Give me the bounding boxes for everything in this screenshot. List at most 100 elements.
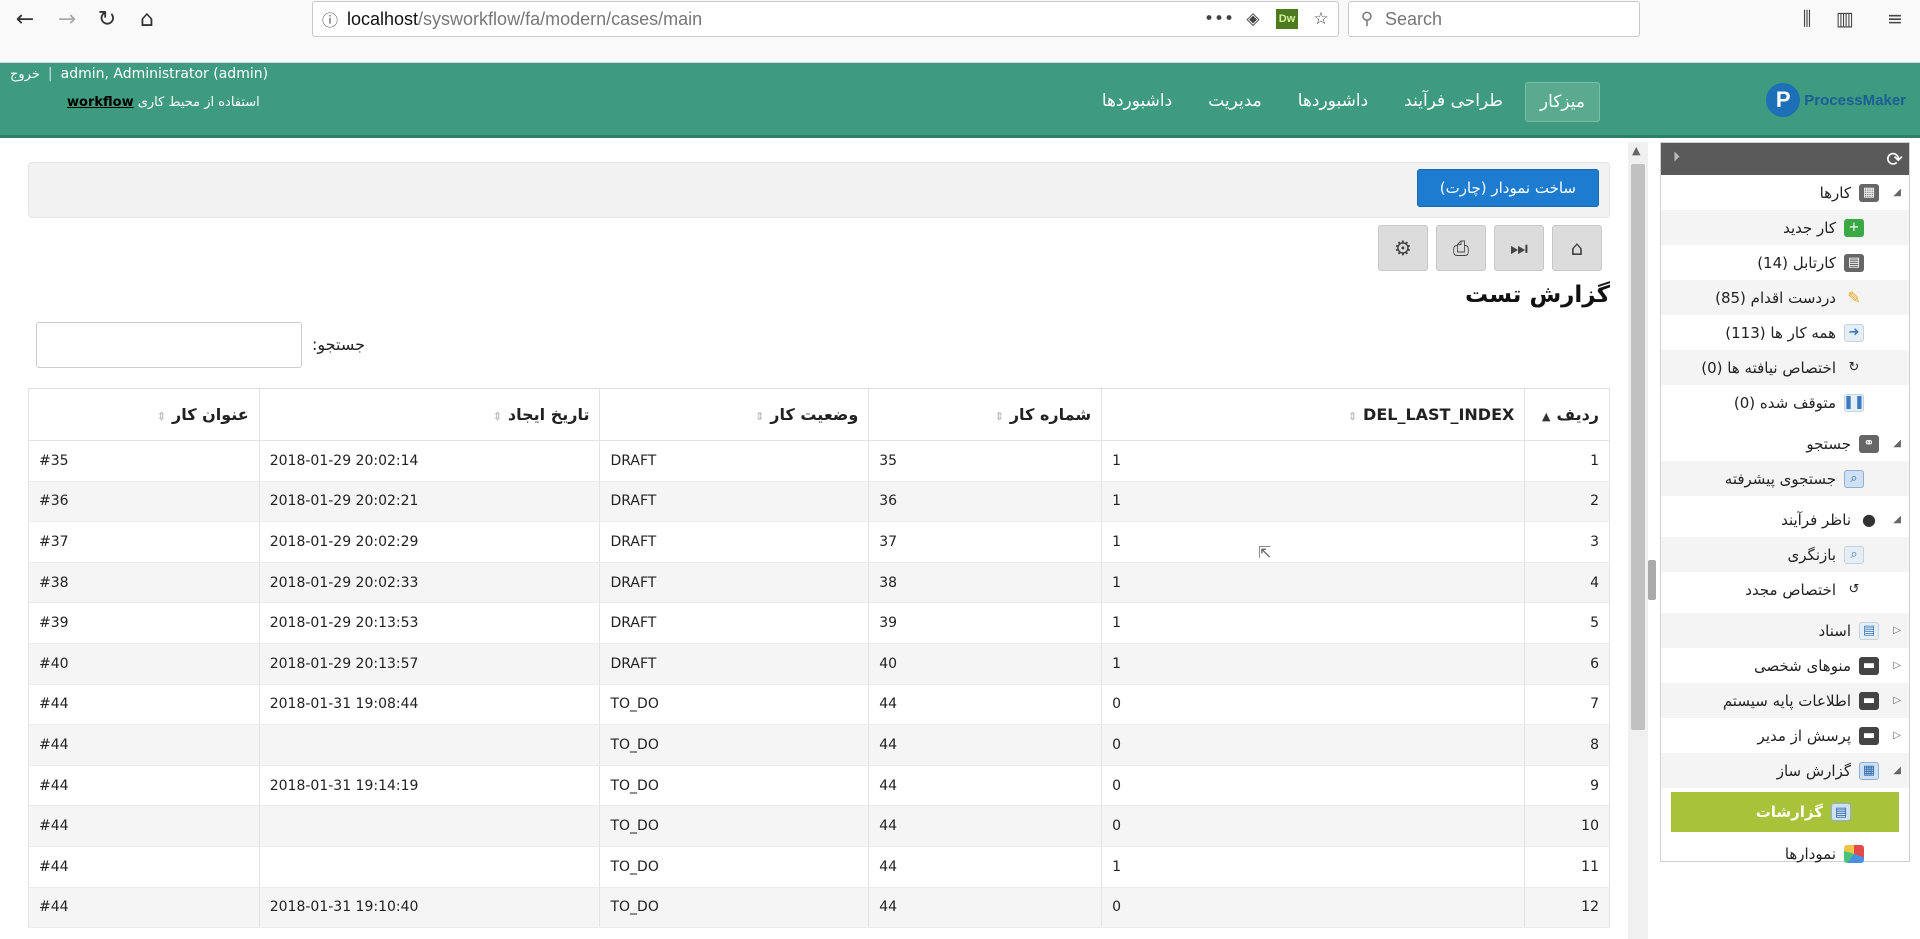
col-case-status[interactable]: وضعیت کار⇕: [599, 388, 870, 441]
folder-icon: ▬: [1859, 656, 1879, 675]
cell-case-status: DRAFT: [599, 481, 870, 523]
table-row[interactable]: 1 1 35 DRAFT 2018-01-29 20:02:14 #35: [28, 440, 1610, 482]
sidebar-item-draft[interactable]: ✎ دردست اقدام (85): [1661, 280, 1909, 315]
divider: |: [47, 66, 53, 82]
sidebar-item-new-case[interactable]: + کار جدید: [1661, 210, 1909, 245]
sidebar-item-inbox[interactable]: ▤ کارتابل (14): [1661, 245, 1909, 280]
user-icon: ●: [1862, 510, 1876, 529]
expand-icon: ◢: [1893, 514, 1901, 525]
menu-icon[interactable]: ≡: [1878, 4, 1912, 34]
home-icon[interactable]: ⌂: [128, 4, 166, 34]
url-bar[interactable]: ⓘ localhost/sysworkflow/fa/modern/cases/…: [312, 1, 1339, 37]
table-row[interactable]: 11 1 44 TO_DO #44: [28, 846, 1610, 888]
print-button[interactable]: ⎙: [1436, 225, 1486, 271]
cell-row: 11: [1524, 846, 1610, 888]
sidebar-group-cases[interactable]: ◢ ▦ کارها: [1661, 175, 1909, 210]
menu-home[interactable]: میزکار: [1524, 82, 1600, 122]
sidebar-item-paused[interactable]: ❚❚ متوقف شده (0): [1661, 385, 1909, 420]
url-text[interactable]: localhost/sysworkflow/fa/modern/cases/ma…: [347, 9, 1202, 30]
sidebar-group-search[interactable]: ◢ ⚭ جستجو: [1661, 426, 1909, 461]
panel-splitter[interactable]: [1648, 560, 1656, 600]
sidebar-group-report-builder[interactable]: ◢ ▦ گزارش ساز: [1661, 753, 1909, 788]
col-case-title[interactable]: عنوان کار⇕: [28, 388, 260, 441]
sidebar-group-personal-menus[interactable]: ▷ ▬ منوهای شخصی: [1661, 648, 1909, 683]
cell-case-number: 37: [868, 521, 1103, 563]
report-search-input[interactable]: [36, 322, 302, 368]
cell-case-number: 44: [868, 846, 1103, 888]
menu-dashboards-2[interactable]: داشبوردها: [1088, 82, 1186, 122]
content-scrollbar[interactable]: ▲: [1628, 142, 1648, 939]
col-del-last-index[interactable]: DEL_LAST_INDEX⇕: [1101, 388, 1526, 441]
forward-icon[interactable]: →: [48, 4, 86, 34]
star-icon[interactable]: ☆: [1304, 9, 1338, 29]
cell-del-last-index: 1: [1101, 521, 1526, 563]
back-icon[interactable]: ←: [6, 4, 44, 34]
sidebar-item-charts[interactable]: نمودارها: [1661, 836, 1909, 871]
sidebar-group-base-info[interactable]: ▷ ▬ اطلاعات پایه سیستم: [1661, 683, 1909, 718]
scroll-up-icon[interactable]: ▲: [1632, 144, 1640, 157]
settings-button[interactable]: ⚙: [1378, 225, 1428, 271]
cell-case-number: 36: [868, 481, 1103, 523]
menu-designer[interactable]: طراحی فرآیند: [1390, 82, 1517, 122]
build-chart-button[interactable]: ساخت نمودار (چارت): [1416, 169, 1599, 207]
dw-extension-icon[interactable]: Dw: [1276, 9, 1298, 29]
table-row[interactable]: 2 1 36 DRAFT 2018-01-29 20:02:21 #36: [28, 481, 1610, 523]
sort-icon: ⇕: [492, 410, 502, 423]
logo-mark-icon: P: [1766, 83, 1801, 117]
table-row[interactable]: 12 0 44 TO_DO 2018-01-31 19:10:40 #44: [28, 887, 1610, 929]
cases-icon: ▦: [1859, 183, 1879, 202]
sidebar-header: ⟳ ⏵: [1661, 143, 1909, 175]
cell-row: 4: [1524, 562, 1610, 604]
sidebar-icon[interactable]: ▥: [1828, 4, 1862, 34]
cell-case-number: 40: [868, 643, 1103, 685]
table-row[interactable]: 9 0 44 TO_DO 2018-01-31 19:14:19 #44: [28, 765, 1610, 807]
sidebar-item-review[interactable]: ⌕ بازنگری: [1661, 537, 1909, 572]
col-create-date[interactable]: تاریخ ایجاد⇕: [258, 388, 601, 441]
reload-icon[interactable]: ↻: [88, 4, 126, 34]
sidebar-item-advanced-search[interactable]: ⌕ جستجوی پیشرفته: [1661, 461, 1909, 496]
more-icon[interactable]: •••: [1202, 9, 1236, 29]
cell-case-status: TO_DO: [599, 846, 870, 888]
info-icon[interactable]: ⓘ: [313, 7, 347, 31]
table-row[interactable]: 10 0 44 TO_DO #44: [28, 805, 1610, 847]
pocket-icon[interactable]: ◈: [1236, 9, 1270, 29]
sidebar-group-documents[interactable]: ▷ ▤ اسناد: [1661, 613, 1909, 648]
table-row[interactable]: 4 1 38 DRAFT 2018-01-29 20:02:33 #38: [28, 562, 1610, 604]
sidebar-group-supervisor[interactable]: ◢ ● ناظر فرآیند: [1661, 502, 1909, 537]
col-row[interactable]: ردیف▲: [1524, 388, 1610, 441]
table-row[interactable]: 8 0 44 TO_DO #44: [28, 724, 1610, 766]
sidebar-group-ask-admin[interactable]: ▷ ▬ پرسش از مدیر: [1661, 718, 1909, 753]
table-row[interactable]: 6 1 40 DRAFT 2018-01-29 20:13:57 #40: [28, 643, 1610, 685]
sidebar-item-reports[interactable]: ▤ گزارشات: [1671, 792, 1899, 832]
cell-case-number: 44: [868, 887, 1103, 929]
refresh-icon[interactable]: ⟳: [1886, 147, 1903, 171]
cell-case-status: DRAFT: [599, 643, 870, 685]
sidebar-item-all-cases[interactable]: ➜ همه کار ها (113): [1661, 315, 1909, 350]
table-row[interactable]: 5 1 39 DRAFT 2018-01-29 20:13:53 #39: [28, 602, 1610, 644]
home-button[interactable]: ⌂: [1552, 225, 1602, 271]
browser-search-bar[interactable]: ⚲: [1348, 1, 1640, 37]
browser-search-input[interactable]: [1385, 8, 1625, 30]
cell-case-number: 44: [868, 724, 1103, 766]
menu-dashboards[interactable]: داشبوردها: [1284, 82, 1382, 122]
sidebar-item-reassign[interactable]: ↺ اختصاص مجدد: [1661, 572, 1909, 607]
sidebar-item-unassigned[interactable]: ↻ اختصاص نیافته ها (0): [1661, 350, 1909, 385]
workspace-link[interactable]: workflow: [67, 95, 134, 110]
mouse-cursor-icon: ⇱: [1258, 543, 1272, 562]
menu-admin[interactable]: مدیریت: [1194, 82, 1276, 122]
cell-del-last-index: 1: [1101, 562, 1526, 604]
logout-link[interactable]: خروج: [10, 67, 40, 82]
cell-del-last-index: 0: [1101, 684, 1526, 726]
col-case-number[interactable]: شماره کار⇕: [868, 388, 1103, 441]
cell-case-status: TO_DO: [599, 724, 870, 766]
next-button[interactable]: ⏭: [1494, 225, 1544, 271]
collapse-icon[interactable]: ⏵: [1673, 149, 1680, 165]
user-line: خروج | admin, Administrator (admin): [10, 66, 268, 82]
scroll-thumb[interactable]: [1631, 164, 1645, 730]
table-row[interactable]: 3 1 37 DRAFT 2018-01-29 20:02:29 #37: [28, 521, 1610, 563]
table-row[interactable]: 7 0 44 TO_DO 2018-01-31 19:08:44 #44: [28, 684, 1610, 726]
cell-row: 9: [1524, 765, 1610, 807]
app-header: خروج | admin, Administrator (admin) استف…: [0, 63, 1920, 138]
library-icon[interactable]: ⫼: [1790, 4, 1824, 34]
search-icon: ⚲: [1360, 9, 1374, 29]
